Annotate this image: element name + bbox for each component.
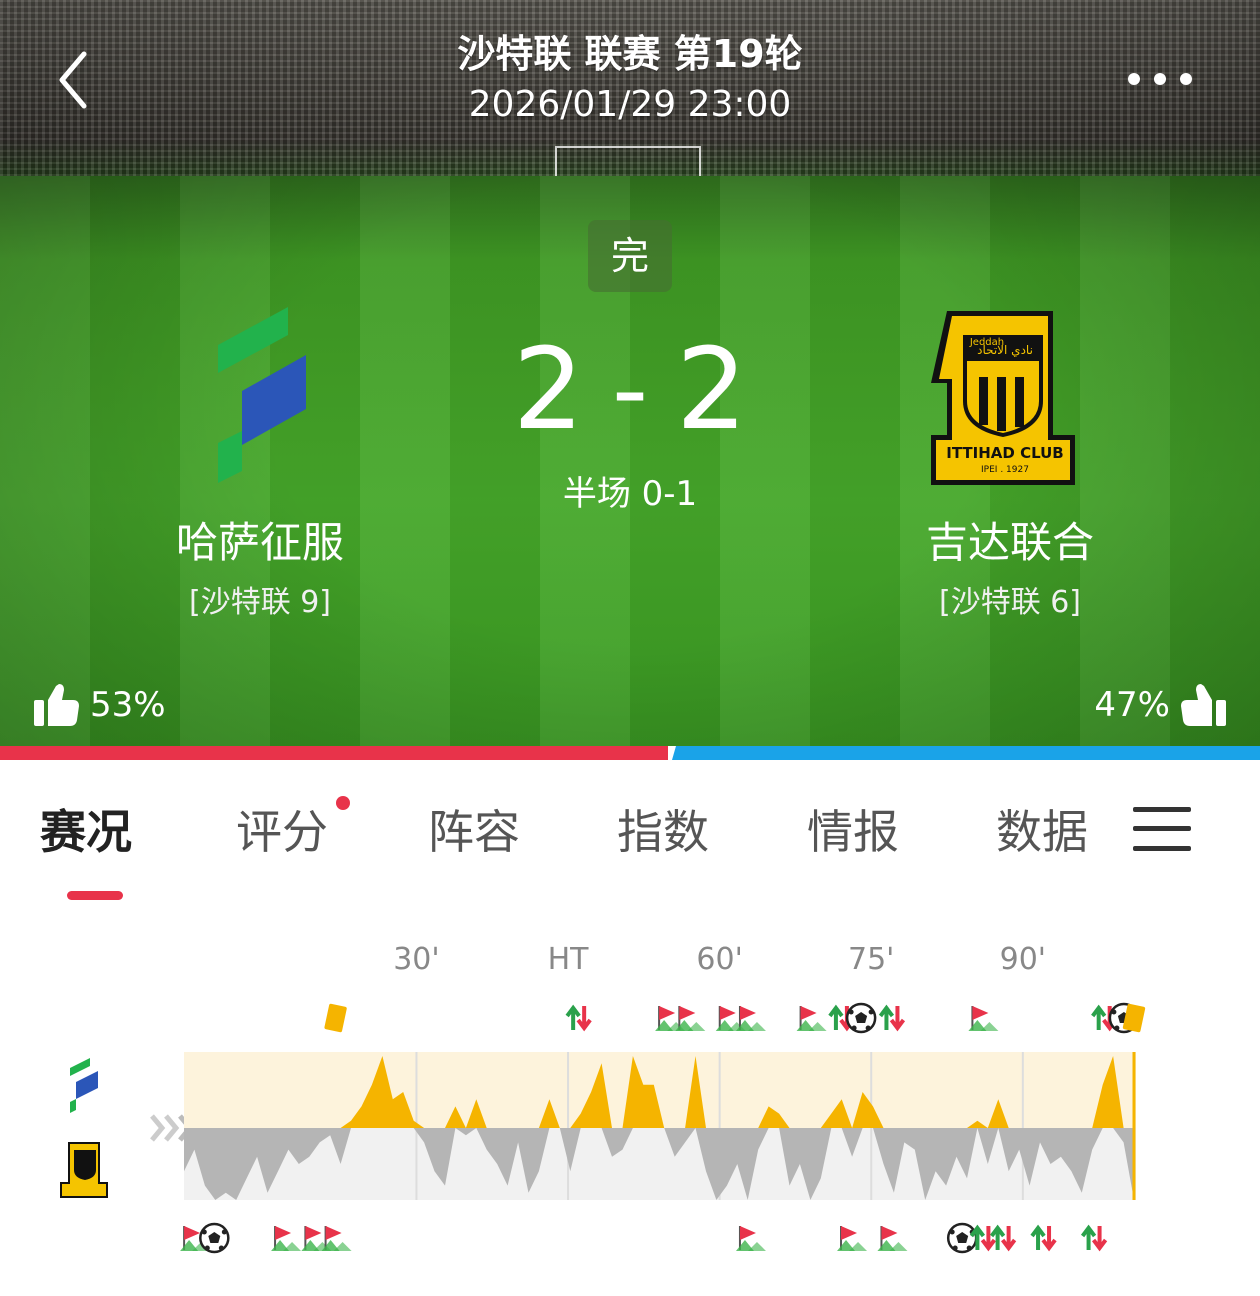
- more-options-button[interactable]: [1124, 64, 1196, 94]
- tab-odds[interactable]: 指数: [617, 790, 709, 874]
- tab-intel[interactable]: 情报: [807, 790, 899, 874]
- tab-bar: 赛况 评分 阵容 指数 情报 数据: [0, 790, 1260, 880]
- tab-ratings[interactable]: 评分: [236, 790, 350, 874]
- league-title: 沙特联 联赛 第19轮: [457, 32, 803, 76]
- home-team-name[interactable]: 哈萨征服: [110, 515, 410, 571]
- away-logo-text: ITTIHAD CLUB: [946, 444, 1063, 462]
- away-logo-icon: نادي الاتحاد Jeddah ITTIHAD CLUB IPEI . …: [931, 311, 1075, 485]
- away-team-logo[interactable]: نادي الاتحاد Jeddah ITTIHAD CLUB IPEI . …: [925, 305, 1090, 490]
- home-logo-icon: [218, 307, 306, 483]
- yellow-card-icon[interactable]: [324, 1003, 347, 1033]
- chevron-left-icon: [59, 51, 87, 109]
- notification-dot: [336, 796, 350, 810]
- home-team-rank: [沙特联 9]: [188, 585, 332, 620]
- vote-share-bar: [0, 746, 1260, 760]
- corner-flag-icon[interactable]: [877, 1226, 908, 1251]
- home-vote-bar: [0, 746, 668, 760]
- corner-flag-icon[interactable]: [796, 1006, 827, 1031]
- away-logo-year: IPEI . 1927: [981, 465, 1029, 475]
- substitution-icon[interactable]: [878, 1004, 906, 1032]
- corner-flag-icon[interactable]: [321, 1226, 352, 1251]
- home-vote-percent: 53%: [90, 685, 166, 725]
- match-hero: 沙特联 联赛 第19轮 2026/01/29 23:00 完 2 - 2 半场 …: [0, 0, 1260, 746]
- corner-flag-icon[interactable]: [271, 1226, 302, 1251]
- home-vote-button[interactable]: 53%: [32, 680, 166, 730]
- substitution-icon[interactable]: [1030, 1224, 1057, 1252]
- thumbs-up-icon: [1181, 684, 1226, 726]
- tab-stats[interactable]: 数据: [996, 790, 1088, 874]
- away-vote-button[interactable]: 47%: [1094, 680, 1228, 730]
- goal-ball-icon[interactable]: [845, 1002, 877, 1034]
- active-tab-indicator: [67, 891, 123, 900]
- menu-line-icon: [1133, 846, 1191, 851]
- away-team-name[interactable]: 吉达联合: [860, 515, 1160, 571]
- score-separator: -: [611, 331, 649, 448]
- corner-flag-icon[interactable]: [968, 1006, 999, 1031]
- corner-flag-icon[interactable]: [675, 1006, 706, 1031]
- scoreboard: 2 - 2: [480, 330, 780, 450]
- menu-button[interactable]: [1133, 805, 1191, 853]
- match-timeline: 30' HT 60' 75' 90': [0, 930, 1260, 1296]
- match-status-badge: 完: [588, 220, 672, 292]
- menu-line-icon: [1133, 826, 1191, 831]
- match-time: 2026/01/29 23:00: [468, 84, 792, 125]
- home-score: 2: [512, 325, 584, 455]
- away-vote-percent: 47%: [1094, 685, 1170, 725]
- thumbs-up-icon: [34, 684, 79, 726]
- home-team-mini-logo: [70, 1058, 98, 1113]
- menu-line-icon: [1133, 807, 1191, 812]
- tab-match-status[interactable]: 赛况: [40, 790, 132, 874]
- momentum-chart: [60, 1002, 1146, 1254]
- tab-lineup[interactable]: 阵容: [428, 790, 520, 874]
- halftime-score: 半场 0-1: [562, 474, 698, 514]
- substitution-icon[interactable]: [565, 1004, 592, 1032]
- more-dot-icon: [1128, 73, 1140, 85]
- goal-ball-icon[interactable]: [946, 1222, 978, 1254]
- substitution-icon[interactable]: [990, 1224, 1017, 1252]
- corner-flag-icon[interactable]: [837, 1226, 868, 1251]
- corner-flag-icon[interactable]: [735, 1006, 766, 1031]
- away-vote-bar: [672, 746, 1260, 760]
- more-dot-icon: [1180, 73, 1192, 85]
- home-team-logo[interactable]: [210, 305, 310, 485]
- away-team-mini-logo: [60, 1142, 108, 1198]
- back-button[interactable]: [50, 48, 100, 112]
- goal-ball-icon[interactable]: [199, 1222, 230, 1254]
- away-logo-city: Jeddah: [969, 337, 1004, 348]
- substitution-icon[interactable]: [1080, 1224, 1108, 1252]
- corner-flag-icon[interactable]: [735, 1226, 766, 1251]
- tab-ratings-label: 评分: [236, 805, 328, 859]
- away-team-rank: [沙特联 6]: [938, 585, 1082, 620]
- more-dot-icon: [1154, 73, 1166, 85]
- away-score: 2: [676, 325, 748, 455]
